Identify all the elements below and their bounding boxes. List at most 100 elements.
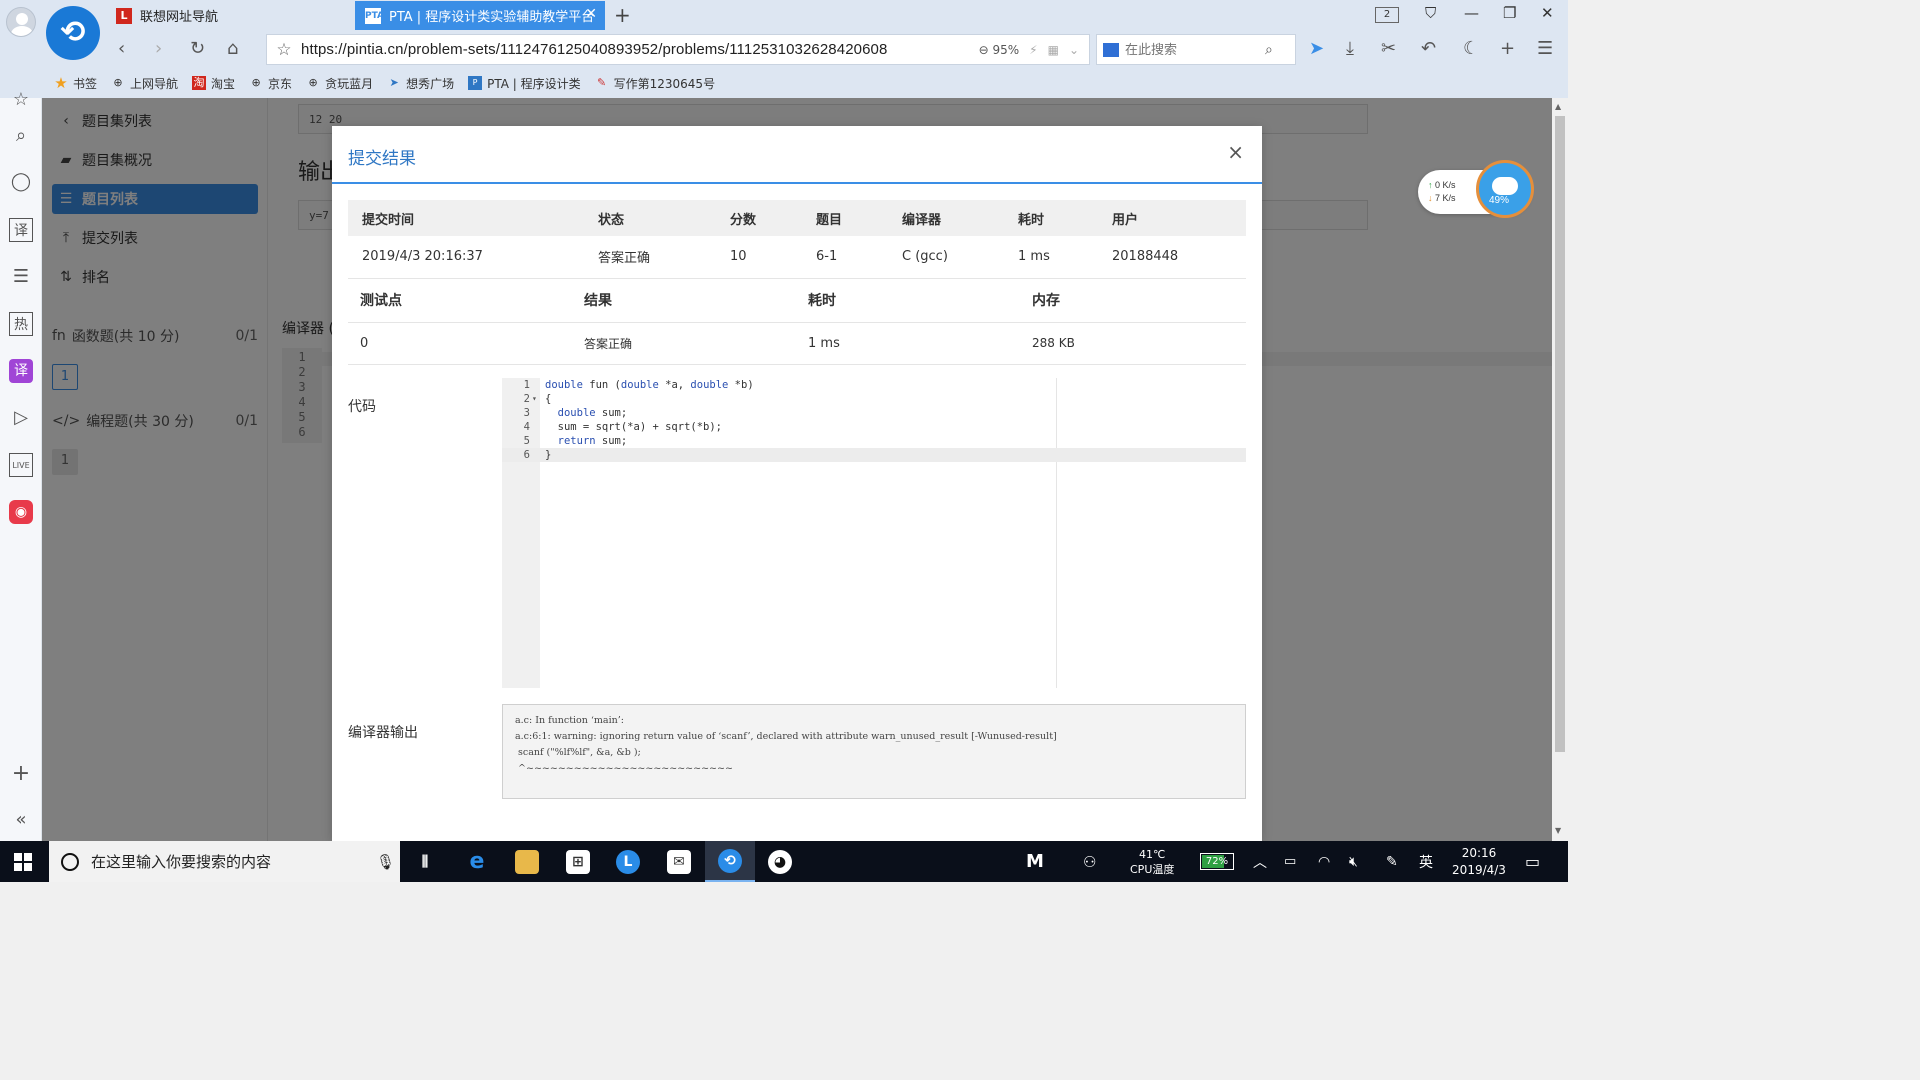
- translate-icon[interactable]: 译: [9, 218, 33, 242]
- hot-icon[interactable]: 热: [9, 312, 33, 336]
- task-view-icon[interactable]: ⫼: [400, 841, 450, 882]
- app-icon[interactable]: ◉: [9, 500, 33, 524]
- bookmark-item[interactable]: ➤ 想秀广场: [387, 75, 454, 92]
- fold-icon[interactable]: ▾: [532, 392, 537, 406]
- tab-favicon: L: [116, 7, 132, 24]
- edge-icon[interactable]: e: [452, 841, 502, 882]
- star-icon[interactable]: ☆: [9, 88, 33, 112]
- dialog-title: 提交结果: [348, 149, 416, 169]
- url-text[interactable]: https://pintia.cn/problem-sets/111247612…: [301, 41, 979, 58]
- tab-pta[interactable]: PTA PTA | 程序设计类实验辅助教学平台 ✕: [355, 1, 605, 30]
- bookmark-item[interactable]: P PTA | 程序设计类: [468, 75, 581, 92]
- notification-icon[interactable]: ▭: [1525, 841, 1540, 882]
- windows-start-icon[interactable]: [14, 853, 32, 871]
- score: 10: [716, 236, 802, 279]
- pen-icon: ✎: [597, 76, 607, 89]
- bookmark-item[interactable]: ⊕ 京东: [249, 75, 292, 92]
- address-bar[interactable]: ☆ https://pintia.cn/problem-sets/1112476…: [266, 34, 1090, 65]
- volume-muted-icon[interactable]: 🔇︎: [1349, 841, 1358, 882]
- home-button[interactable]: ⌂: [227, 38, 238, 59]
- search-engine-icon[interactable]: [1103, 42, 1119, 57]
- taskbar-search[interactable]: 在这里输入你要搜索的内容 🎙: [49, 841, 400, 882]
- store-icon[interactable]: ⊞: [553, 841, 603, 882]
- zoom-level[interactable]: ⊖ 95%: [979, 43, 1020, 57]
- cortana-icon[interactable]: [61, 852, 79, 871]
- qr-icon[interactable]: ▦: [1048, 43, 1059, 57]
- column-header: 编译器: [888, 200, 1004, 236]
- page-scrollbar[interactable]: ▲ ▼: [1552, 98, 1568, 841]
- power-icon[interactable]: ▭: [1284, 841, 1296, 882]
- code-label: 代码: [348, 399, 376, 415]
- new-tab-button[interactable]: +: [614, 3, 631, 27]
- browser-taskbar-icon[interactable]: ⟲: [705, 841, 755, 882]
- bookmark-item[interactable]: 淘淘宝: [192, 75, 235, 92]
- search-input[interactable]: [1125, 42, 1265, 57]
- code-editor[interactable]: 1 double fun (double *a, double *b) 2 ▾{ 3…: [502, 378, 1246, 688]
- bookmark-item[interactable]: ⊕ 贪玩蓝月: [306, 75, 373, 92]
- submit-time: 2019/4/3 20:16:37: [348, 236, 584, 279]
- server-icon[interactable]: ☰: [9, 265, 33, 289]
- problem-link[interactable]: 6-1: [802, 236, 888, 279]
- live-icon[interactable]: LIVE: [9, 453, 33, 477]
- search-box[interactable]: ⌕: [1096, 34, 1296, 65]
- people-icon[interactable]: ⚇: [1083, 841, 1096, 882]
- video-icon[interactable]: ▷: [9, 406, 33, 430]
- network-speed-widget[interactable]: ↑ 0 K/s ↓ 7 K/s 49%: [1418, 160, 1534, 218]
- forward-button[interactable]: ›: [155, 38, 162, 59]
- code-line-text: {: [545, 393, 552, 405]
- chevron-up-icon[interactable]: ︿: [1253, 841, 1267, 882]
- night-mode-icon[interactable]: ☾: [1463, 38, 1479, 59]
- clock-app-icon[interactable]: L: [603, 841, 653, 882]
- wifi-icon[interactable]: ◠: [1318, 841, 1330, 882]
- tab-label: 联想网址导航: [140, 10, 219, 25]
- dialog-header: 提交结果 ×: [332, 126, 1262, 184]
- file-explorer-icon[interactable]: [502, 841, 552, 882]
- mail-icon[interactable]: ✉: [654, 841, 704, 882]
- chat-icon[interactable]: ◯: [9, 170, 33, 194]
- scroll-down-icon[interactable]: ▼: [1555, 826, 1561, 835]
- chevron-down-icon[interactable]: ⌄: [1069, 43, 1079, 57]
- bookmark-item[interactable]: ⊕ 上网导航: [111, 75, 178, 92]
- tab-close-icon[interactable]: ✕: [585, 6, 597, 22]
- user-avatar-icon[interactable]: [6, 7, 36, 37]
- input-method[interactable]: 英: [1419, 841, 1433, 882]
- flash-icon[interactable]: ⚡: [1029, 43, 1037, 57]
- translator-app-icon[interactable]: 译: [9, 359, 33, 383]
- back-button[interactable]: ‹: [118, 38, 125, 59]
- undo-icon[interactable]: ↶: [1421, 38, 1436, 59]
- browser-logo-icon[interactable]: ⟲: [46, 6, 100, 60]
- collapse-icon[interactable]: «: [9, 808, 33, 832]
- scissors-icon[interactable]: ✂: [1381, 38, 1396, 59]
- tab-count-badge[interactable]: 2: [1375, 7, 1399, 23]
- search-icon[interactable]: ⌕: [1265, 42, 1273, 58]
- column-header: 耗时: [1004, 200, 1098, 236]
- close-icon[interactable]: ×: [1227, 140, 1244, 164]
- pen-icon[interactable]: ✎: [1386, 841, 1398, 882]
- plus-icon[interactable]: +: [9, 762, 33, 786]
- m-app-icon[interactable]: M: [1026, 841, 1044, 882]
- bookmark-item[interactable]: ★ 书签: [54, 75, 97, 92]
- battery-indicator[interactable]: 72%: [1200, 853, 1234, 870]
- cpu-ball-icon[interactable]: 49%: [1476, 160, 1534, 218]
- microphone-icon[interactable]: 🎙: [376, 853, 400, 871]
- tab-lenovo-nav[interactable]: L 联想网址导航: [106, 1, 354, 30]
- skin-icon[interactable]: ⛉: [1425, 4, 1436, 22]
- search-icon[interactable]: ⌕: [9, 124, 33, 148]
- clock[interactable]: 20:16 2019/4/3: [1448, 841, 1510, 882]
- send-icon[interactable]: ➤: [1309, 38, 1324, 59]
- close-window-button[interactable]: ✕: [1541, 4, 1554, 22]
- bookmark-star-icon[interactable]: ☆: [267, 40, 301, 60]
- scroll-up-icon[interactable]: ▲: [1555, 102, 1561, 111]
- scrollbar-thumb[interactable]: [1555, 116, 1565, 752]
- bookmark-item[interactable]: ✎ 写作第1230645号: [595, 75, 715, 92]
- menu-icon[interactable]: ☰: [1537, 38, 1553, 59]
- download-icon[interactable]: ⤓: [1346, 38, 1354, 59]
- restore-button[interactable]: ❐: [1503, 4, 1516, 22]
- add-icon[interactable]: +: [1500, 38, 1515, 59]
- taskbar-search-placeholder[interactable]: 在这里输入你要搜索的内容: [91, 851, 376, 872]
- reload-button[interactable]: ↻: [190, 38, 205, 59]
- minimize-button[interactable]: —: [1464, 4, 1479, 22]
- app-taskbar-icon[interactable]: ◕: [755, 841, 805, 882]
- cpu-temperature[interactable]: 41℃ CPU温度: [1130, 841, 1174, 882]
- compiler-output[interactable]: a.c: In function ‘main’: a.c:6:1: warnin…: [502, 704, 1246, 799]
